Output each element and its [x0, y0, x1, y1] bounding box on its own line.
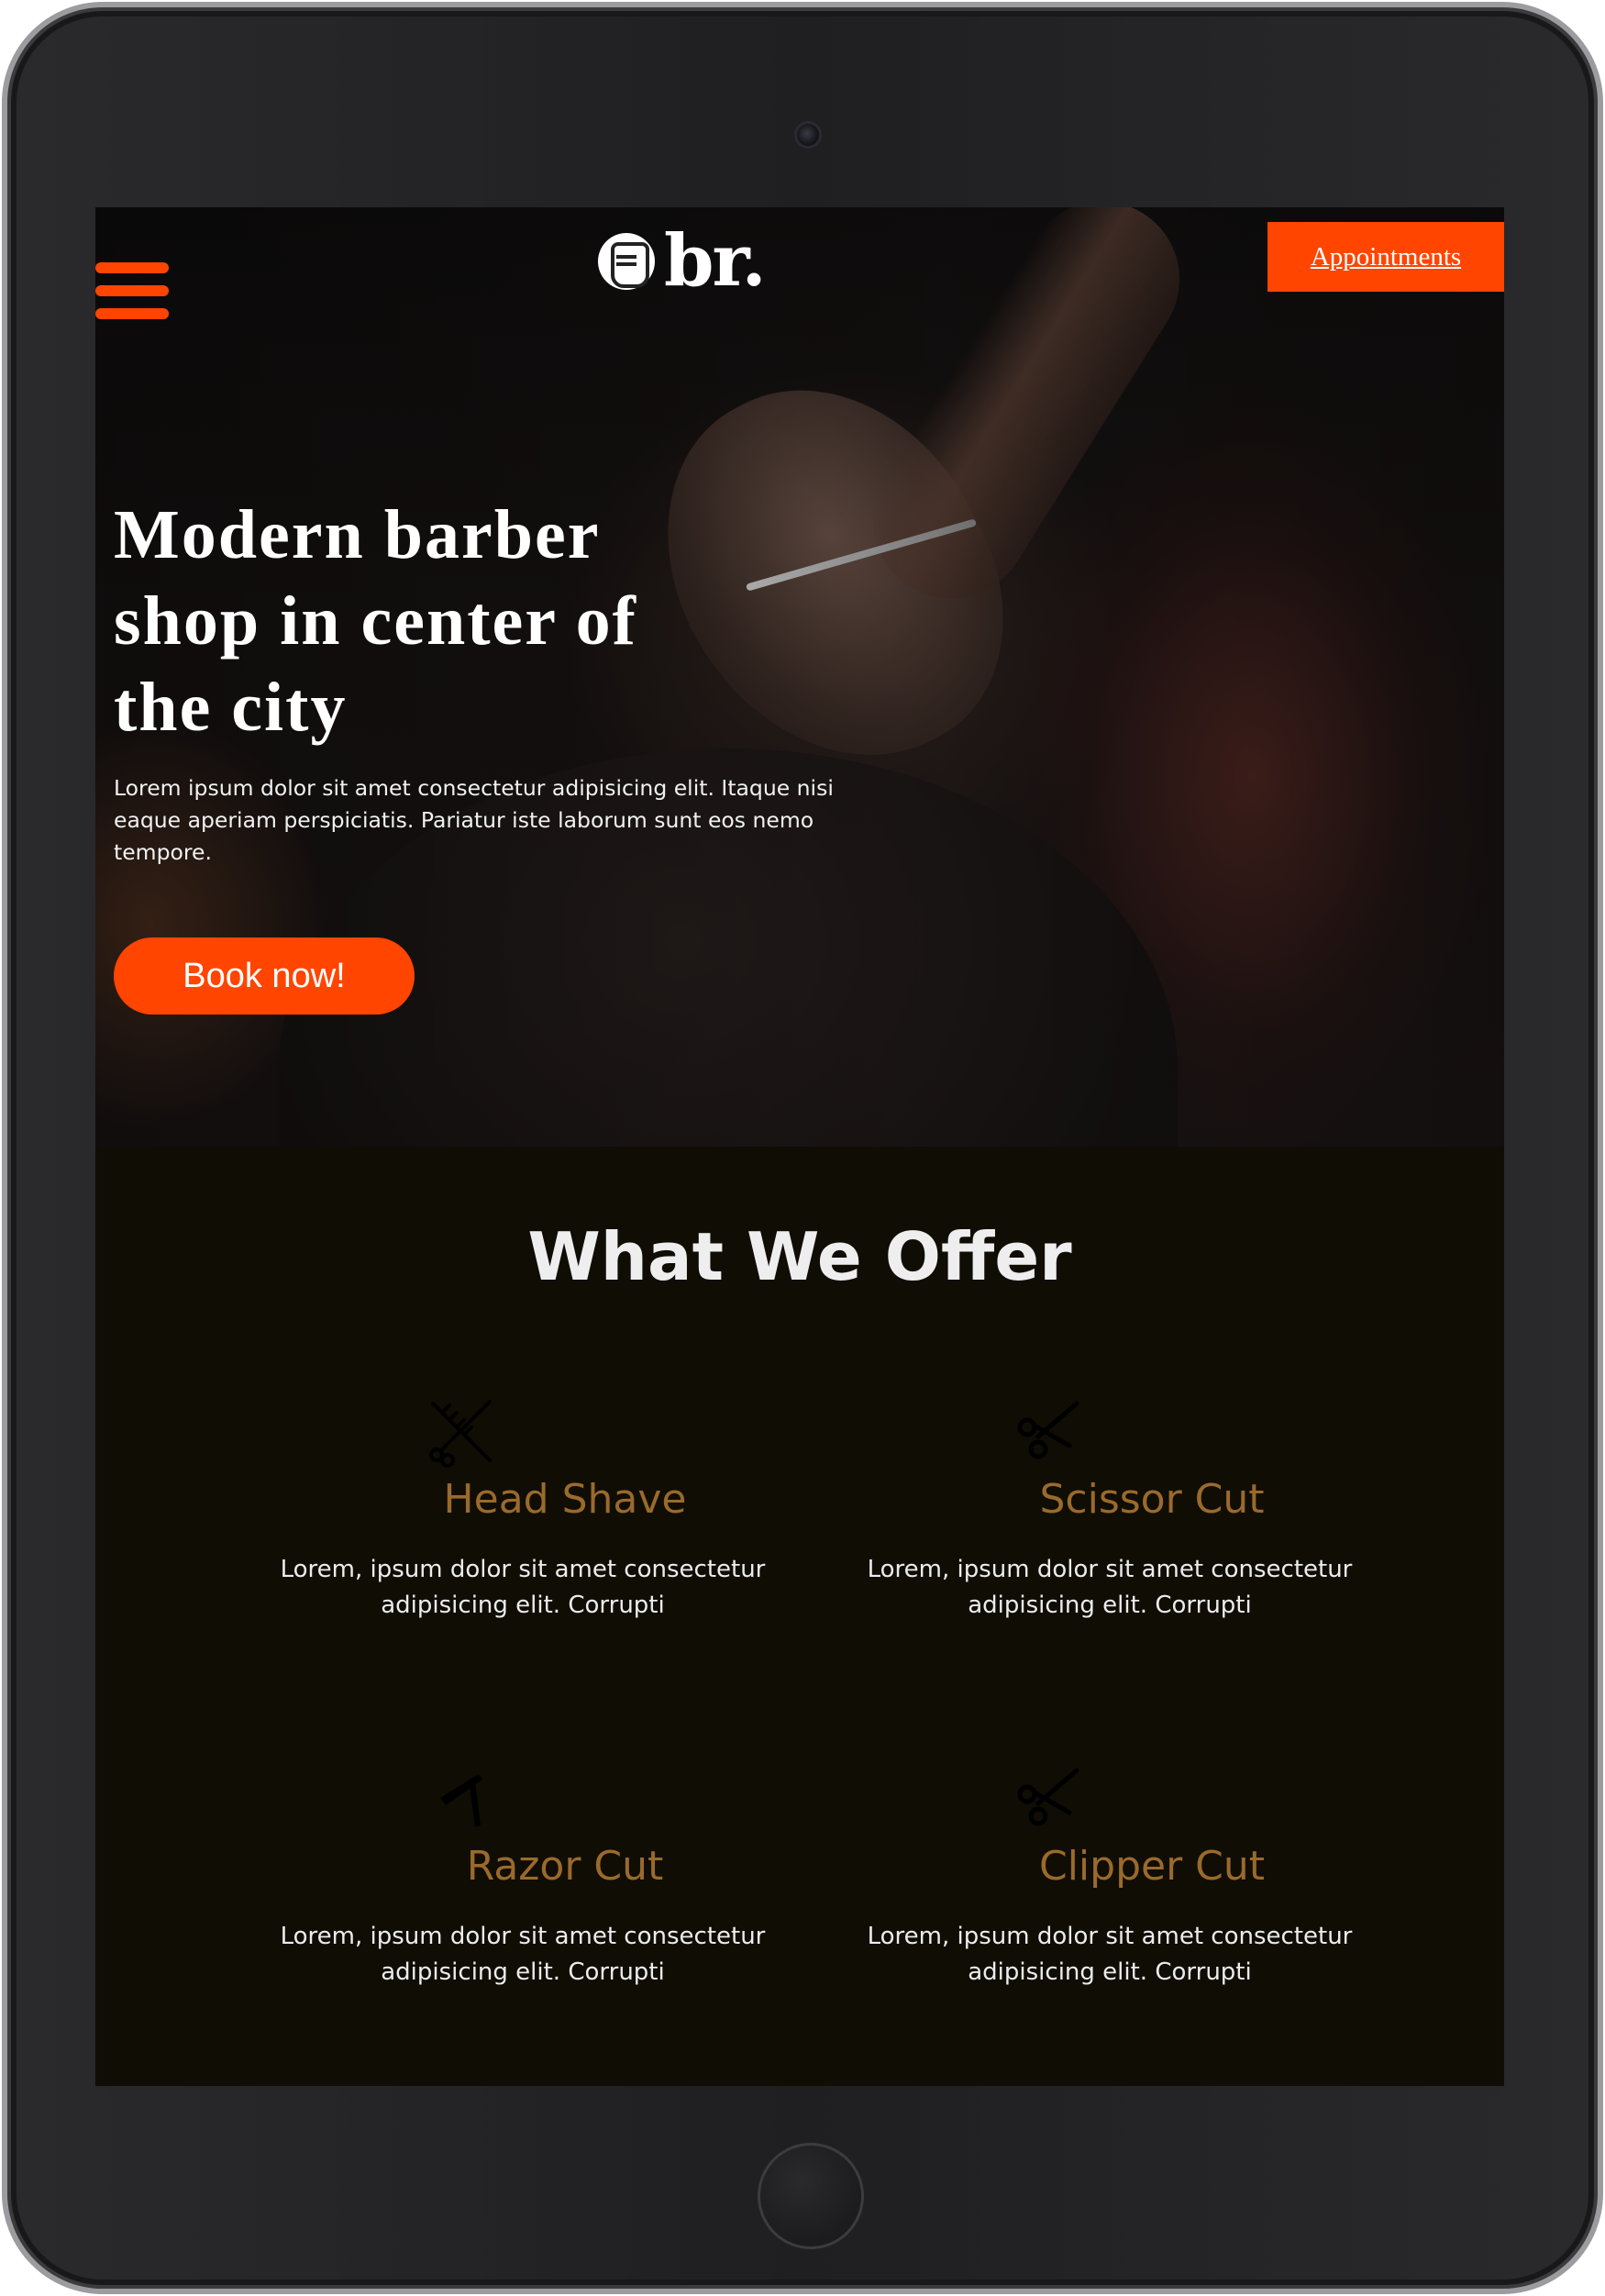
offer-card-razor-cut: Razor Cut Lorem, ipsum dolor sit amet co… — [266, 1761, 780, 1991]
offer-title: Head Shave — [443, 1476, 687, 1523]
offer-text: Lorem, ipsum dolor sit amet consectetur … — [280, 1556, 766, 1619]
barber-logo-icon — [598, 233, 655, 290]
book-now-button[interactable]: Book now! — [114, 937, 415, 1015]
scissors-icon — [1017, 1401, 1079, 1459]
scissors-comb-icon — [429, 1400, 492, 1468]
appointments-button[interactable]: Appointments — [1267, 222, 1504, 292]
offer-title: Clipper Cut — [1038, 1843, 1266, 1890]
hamburger-bar — [95, 262, 169, 273]
offer-text: Lorem, ipsum dolor sit amet consectetur … — [280, 1923, 766, 1986]
offers-title: What We Offer — [527, 1218, 1072, 1295]
hero-section: br. Appointments Modern barber shop in c… — [95, 207, 1504, 1147]
offer-text: Lorem, ipsum dolor sit amet consectetur … — [867, 1923, 1353, 1986]
hero-title: Modern barber shop in center of the city — [114, 496, 637, 746]
hero-description: Lorem ipsum dolor sit amet consectetur a… — [114, 775, 834, 865]
hamburger-bar — [95, 285, 169, 296]
offer-card-head-shave: Head Shave Lorem, ipsum dolor sit amet c… — [266, 1394, 780, 1624]
offers-section: What We Offer Head Shave Lorem, ipsum do… — [95, 1147, 1504, 2086]
scissors-icon — [1017, 1768, 1079, 1826]
logo[interactable]: br. — [598, 219, 767, 303]
razor-icon — [440, 1774, 482, 1827]
offer-card-clipper-cut: Clipper Cut Lorem, ipsum dolor sit amet … — [853, 1761, 1367, 1991]
offer-card-scissor-cut: Scissor Cut Lorem, ipsum dolor sit amet … — [853, 1394, 1367, 1624]
offer-text: Lorem, ipsum dolor sit amet consectetur … — [867, 1556, 1353, 1619]
hamburger-menu-icon[interactable] — [95, 262, 169, 319]
home-button[interactable] — [758, 2143, 864, 2249]
offer-title: Razor Cut — [466, 1843, 664, 1890]
screen: br. Appointments Modern barber shop in c… — [95, 207, 1504, 2086]
hamburger-bar — [95, 308, 169, 319]
logo-text: br. — [664, 219, 767, 303]
offer-title: Scissor Cut — [1039, 1476, 1265, 1523]
camera-icon — [794, 121, 822, 149]
